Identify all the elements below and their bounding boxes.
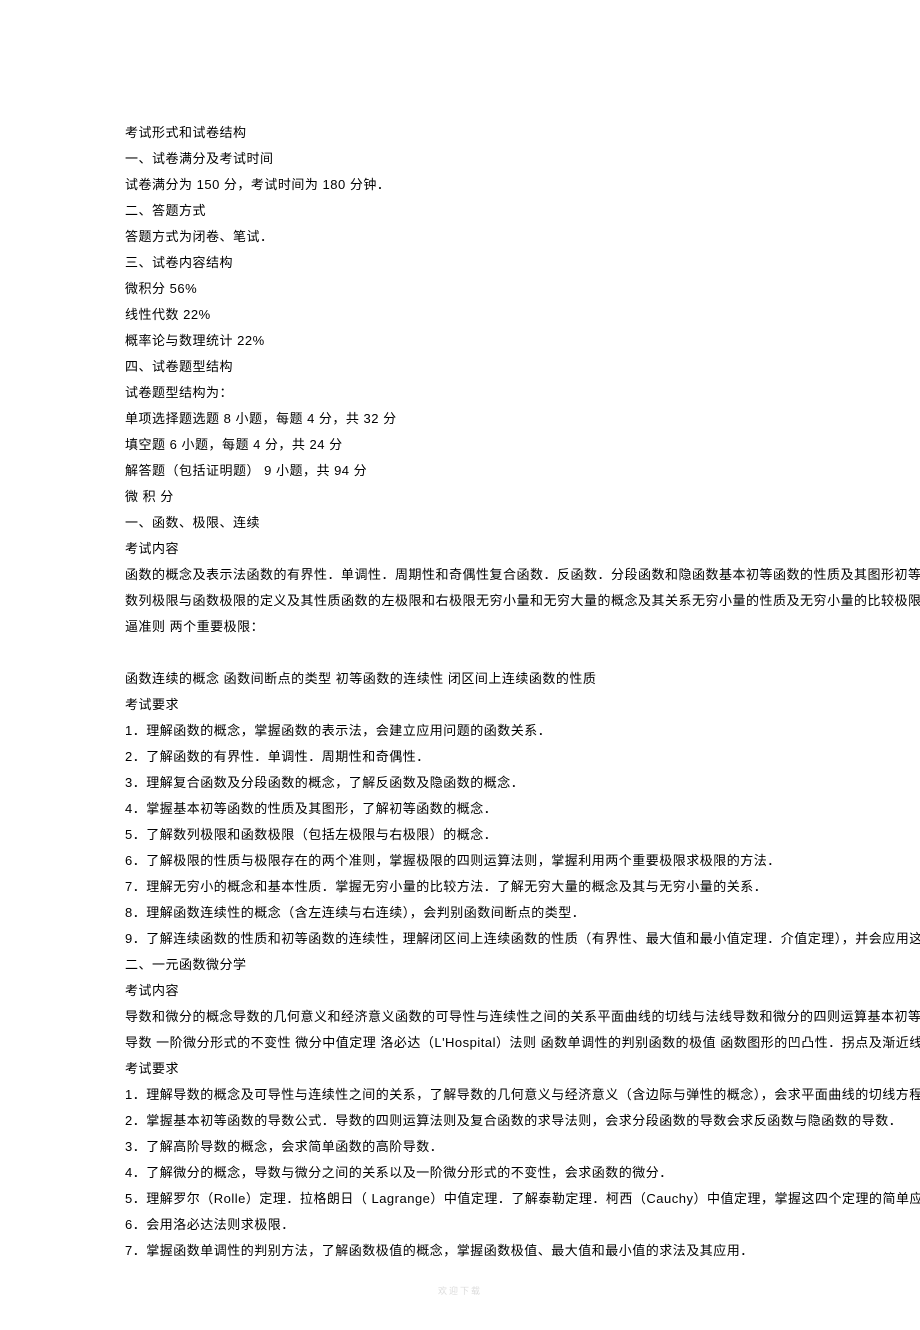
text-line: 二、一元函数微分学 (125, 952, 920, 978)
text-line: 解答题（包括证明题） 9 小题，共 94 分 (125, 458, 920, 484)
text-line: 线性代数 22% (125, 302, 920, 328)
text-line: 微 积 分 (125, 484, 920, 510)
text-line: 考试要求 (125, 692, 920, 718)
text-line: 微积分 56% (125, 276, 920, 302)
text-line: 7．掌握函数单调性的判别方法，了解函数极值的概念，掌握函数极值、最大值和最小值的… (125, 1238, 920, 1264)
text-line: 填空题 6 小题，每题 4 分，共 24 分 (125, 432, 920, 458)
document-page: 考试形式和试卷结构一、试卷满分及考试时间试卷满分为 150 分，考试时间为 18… (0, 0, 920, 1330)
text-line: 四、试卷题型结构 (125, 354, 920, 380)
text-line: 二、答题方式 (125, 198, 920, 224)
text-line: 3．理解复合函数及分段函数的概念，了解反函数及隐函数的概念． (125, 770, 920, 796)
document-body: 考试形式和试卷结构一、试卷满分及考试时间试卷满分为 150 分，考试时间为 18… (125, 120, 920, 1264)
text-line (125, 640, 920, 666)
page-footer: 欢迎下载 (0, 1282, 920, 1300)
text-line: 2．了解函数的有界性．单调性．周期性和奇偶性． (125, 744, 920, 770)
text-line: 3．了解高阶导数的概念，会求简单函数的高阶导数． (125, 1134, 920, 1160)
text-line: 考试要求 (125, 1056, 920, 1082)
text-line: 逼准则 两个重要极限： (125, 614, 920, 640)
text-line: 导数和微分的概念导数的几何意义和经济意义函数的可导性与连续性之间的关系平面曲线的… (125, 1004, 920, 1030)
text-line: 函数连续的概念 函数间断点的类型 初等函数的连续性 闭区间上连续函数的性质 (125, 666, 920, 692)
text-line: 6．了解极限的性质与极限存在的两个准则，掌握极限的四则运算法则，掌握利用两个重要… (125, 848, 920, 874)
text-line: 函数的概念及表示法函数的有界性．单调性．周期性和奇偶性复合函数．反函数．分段函数… (125, 562, 920, 588)
text-line: 一、试卷满分及考试时间 (125, 146, 920, 172)
text-line: 9．了解连续函数的性质和初等函数的连续性，理解闭区间上连续函数的性质（有界性、最… (125, 926, 920, 952)
text-line: 试卷满分为 150 分，考试时间为 180 分钟． (125, 172, 920, 198)
text-line: 考试形式和试卷结构 (125, 120, 920, 146)
text-line: 1．理解导数的概念及可导性与连续性之间的关系，了解导数的几何意义与经济意义（含边… (125, 1082, 920, 1108)
text-line: 4．了解微分的概念，导数与微分之间的关系以及一阶微分形式的不变性，会求函数的微分… (125, 1160, 920, 1186)
text-line: 单项选择题选题 8 小题，每题 4 分，共 32 分 (125, 406, 920, 432)
text-line: 答题方式为闭卷、笔试． (125, 224, 920, 250)
text-line: 考试内容 (125, 978, 920, 1004)
text-line: 7．理解无穷小的概念和基本性质．掌握无穷小量的比较方法．了解无穷大量的概念及其与… (125, 874, 920, 900)
text-line: 4．掌握基本初等函数的性质及其图形，了解初等函数的概念． (125, 796, 920, 822)
text-line: 2．掌握基本初等函数的导数公式．导数的四则运算法则及复合函数的求导法则，会求分段… (125, 1108, 920, 1134)
text-line: 一、函数、极限、连续 (125, 510, 920, 536)
text-line: 概率论与数理统计 22% (125, 328, 920, 354)
text-line: 1．理解函数的概念，掌握函数的表示法，会建立应用问题的函数关系． (125, 718, 920, 744)
text-line: 5．理解罗尔（Rolle）定理．拉格朗日（ Lagrange）中值定理．了解泰勒… (125, 1186, 920, 1212)
text-line: 三、试卷内容结构 (125, 250, 920, 276)
text-line: 试卷题型结构为： (125, 380, 920, 406)
text-line: 5．了解数列极限和函数极限（包括左极限与右极限）的概念． (125, 822, 920, 848)
text-line: 数列极限与函数极限的定义及其性质函数的左极限和右极限无穷小量和无穷大量的概念及其… (125, 588, 920, 614)
text-line: 8．理解函数连续性的概念（含左连续与右连续），会判别函数间断点的类型． (125, 900, 920, 926)
text-line: 6．会用洛必达法则求极限． (125, 1212, 920, 1238)
text-line: 考试内容 (125, 536, 920, 562)
text-line: 导数 一阶微分形式的不变性 微分中值定理 洛必达（L'Hospital）法则 函… (125, 1030, 920, 1056)
